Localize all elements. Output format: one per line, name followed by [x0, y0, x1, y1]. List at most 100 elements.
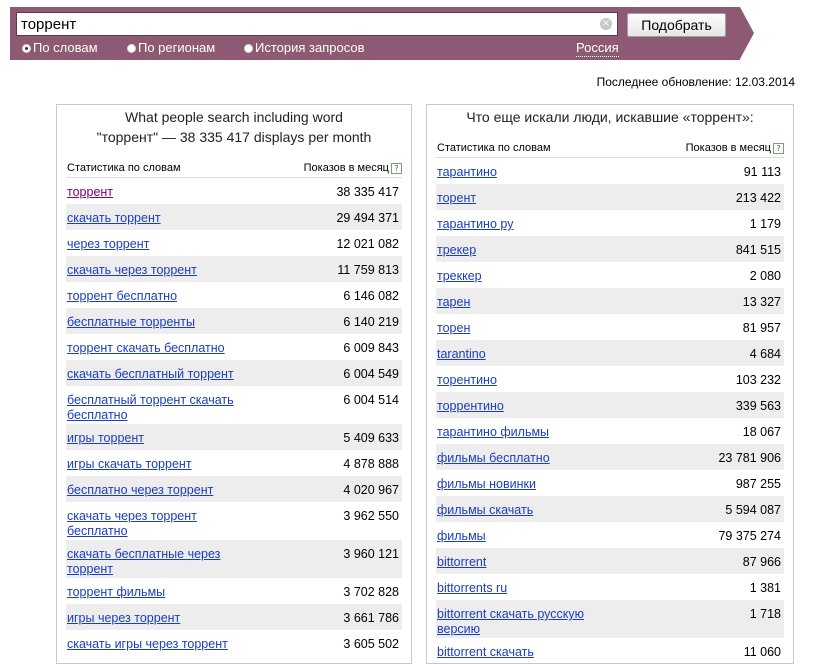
keyword-link[interactable]: торен: [437, 321, 470, 336]
column-header-word: Статистика по словам: [67, 162, 181, 174]
clear-icon[interactable]: ×: [600, 18, 612, 30]
mode-by-words-radio[interactable]: По словам: [22, 40, 98, 56]
keyword-link[interactable]: бесплатно через торрент: [67, 483, 213, 498]
keyword-link[interactable]: тарантино ру: [437, 217, 513, 232]
stats-table: Статистика по словам Показов в месяц? то…: [66, 160, 402, 656]
impressions-count: 12 021 082: [336, 237, 399, 251]
table-body: торрент 38 335 417 скачать торрент 29 494 3…: [66, 178, 402, 656]
table-row: торрент скачать бесплатно 6 009 843: [66, 334, 402, 360]
impressions-count: 18 067: [742, 425, 781, 439]
table-row: торрент фильмы 3 702 828: [66, 578, 402, 604]
column-header-word: Статистика по словам: [437, 142, 551, 154]
keyword-link[interactable]: тарен: [437, 295, 470, 310]
impressions-count: 213 422: [735, 191, 781, 205]
keyword-link[interactable]: скачать игры через торрент: [67, 637, 228, 652]
table-body: тарантино 91 113 торент 213 422 тарантино ру…: [436, 158, 784, 663]
mode-label: По словам: [33, 40, 98, 55]
keyword-link[interactable]: скачать бесплатные через торрент: [67, 547, 257, 577]
keyword-link[interactable]: фильмы: [437, 529, 486, 544]
table-row: бесплатные торренты 6 140 219: [66, 308, 402, 334]
mode-history-radio[interactable]: История запросов: [244, 40, 365, 56]
impressions-count: 5 594 087: [725, 503, 781, 517]
table-row: игры через торрент 3 661 786: [66, 604, 402, 630]
keyword-link[interactable]: скачать торрент: [67, 211, 161, 226]
help-icon[interactable]: ?: [773, 143, 784, 154]
table-row: торрентино 339 563: [436, 392, 784, 418]
impressions-count: 339 563: [735, 399, 781, 413]
help-icon[interactable]: ?: [391, 163, 402, 174]
impressions-count: 3 605 502: [343, 637, 399, 651]
keyword-link[interactable]: трекер: [437, 243, 476, 258]
table-row: bittorrent 87 966: [436, 548, 784, 574]
table-header: Статистика по словам Показов в месяц?: [66, 160, 402, 178]
table-row: трекер 841 515: [436, 236, 784, 262]
keyword-link[interactable]: скачать через торрент: [67, 263, 197, 278]
table-row: скачать бесплатные через торрент 3 960 12…: [66, 540, 402, 578]
keyword-link[interactable]: игры через торрент: [67, 611, 180, 626]
search-input[interactable]: [21, 15, 591, 33]
impressions-count: 4 020 967: [343, 483, 399, 497]
impressions-count: 841 515: [735, 243, 781, 257]
keyword-link[interactable]: фильмы бесплатно: [437, 451, 550, 466]
impressions-count: 5 409 633: [343, 431, 399, 445]
table-row: тарантино 91 113: [436, 158, 784, 184]
keyword-link[interactable]: фильмы новинки: [437, 477, 536, 492]
keyword-link[interactable]: торрент: [67, 185, 113, 200]
keyword-link[interactable]: bittorrents ru: [437, 581, 507, 596]
keyword-link[interactable]: игры торрент: [67, 431, 144, 446]
table-row: скачать торрент 29 494 371: [66, 204, 402, 230]
table-row: тарен 13 327: [436, 288, 784, 314]
radio-icon[interactable]: [127, 44, 136, 53]
keyword-link[interactable]: торрент скачать бесплатно: [67, 341, 225, 356]
keyword-link[interactable]: торрентино: [437, 399, 504, 414]
keyword-link[interactable]: треккер: [437, 269, 482, 284]
table-row: через торрент 12 021 082: [66, 230, 402, 256]
impressions-count: 6 146 082: [343, 289, 399, 303]
impressions-count: 3 661 786: [343, 611, 399, 625]
keyword-link[interactable]: bittorrent скачать русскую версию: [437, 607, 627, 637]
impressions-count: 23 781 906: [718, 451, 781, 465]
table-header: Статистика по словам Показов в месяц?: [436, 140, 784, 158]
radio-selected-icon[interactable]: [22, 44, 31, 53]
impressions-count: 3 962 550: [343, 509, 399, 523]
keyword-link[interactable]: tarantino: [437, 347, 486, 362]
table-row: скачать игры через торрент 3 605 502: [66, 630, 402, 656]
impressions-count: 4 878 888: [343, 457, 399, 471]
impressions-count: 6 004 549: [343, 367, 399, 381]
table-row: фильмы 79 375 274: [436, 522, 784, 548]
impressions-count: 6 140 219: [343, 315, 399, 329]
keyword-link[interactable]: торрент фильмы: [67, 585, 165, 600]
keyword-link[interactable]: bittorrent скачать: [437, 645, 534, 660]
keyword-link[interactable]: игры скачать торрент: [67, 457, 192, 472]
mode-label: По регионам: [138, 40, 216, 55]
keyword-link[interactable]: тарантино: [437, 165, 497, 180]
region-link[interactable]: Россия: [576, 40, 619, 57]
keyword-link[interactable]: скачать бесплатный торрент: [67, 367, 234, 382]
keyword-link[interactable]: бесплатные торренты: [67, 315, 195, 330]
table-row: торен 81 957: [436, 314, 784, 340]
impressions-count: 4 684: [749, 347, 781, 361]
keyword-link[interactable]: фильмы скачать: [437, 503, 533, 518]
search-field[interactable]: ×: [16, 12, 618, 36]
impressions-count: 91 113: [743, 165, 781, 179]
impressions-count: 11 759 813: [337, 263, 399, 277]
submit-button[interactable]: Подобрать: [627, 13, 726, 37]
keyword-link[interactable]: торент: [437, 191, 476, 206]
table-row: тарантино ру 1 179: [436, 210, 784, 236]
keyword-link[interactable]: торентино: [437, 373, 497, 388]
mode-by-regions-radio[interactable]: По регионам: [127, 40, 215, 56]
impressions-count: 1 179: [749, 217, 781, 231]
table-row: треккер 2 080: [436, 262, 784, 288]
keyword-link[interactable]: торрент бесплатно: [67, 289, 177, 304]
keyword-link[interactable]: тарантино фильмы: [437, 425, 549, 440]
keyword-link[interactable]: через торрент: [67, 237, 149, 252]
table-row: торентино 103 232: [436, 366, 784, 392]
keyword-link[interactable]: бесплатный торрент скачать бесплатно: [67, 393, 257, 423]
impressions-count: 1 718: [749, 607, 781, 621]
radio-icon[interactable]: [244, 44, 253, 53]
panel-title-line: "торрент" — 38 335 417 displays per mont…: [96, 129, 372, 145]
table-row: bittorrent скачать 11 060: [436, 638, 784, 663]
column-header-count: Показов в месяц?: [304, 162, 402, 174]
keyword-link[interactable]: bittorrent: [437, 555, 486, 570]
keyword-link[interactable]: скачать через торрент бесплатно: [67, 509, 257, 539]
